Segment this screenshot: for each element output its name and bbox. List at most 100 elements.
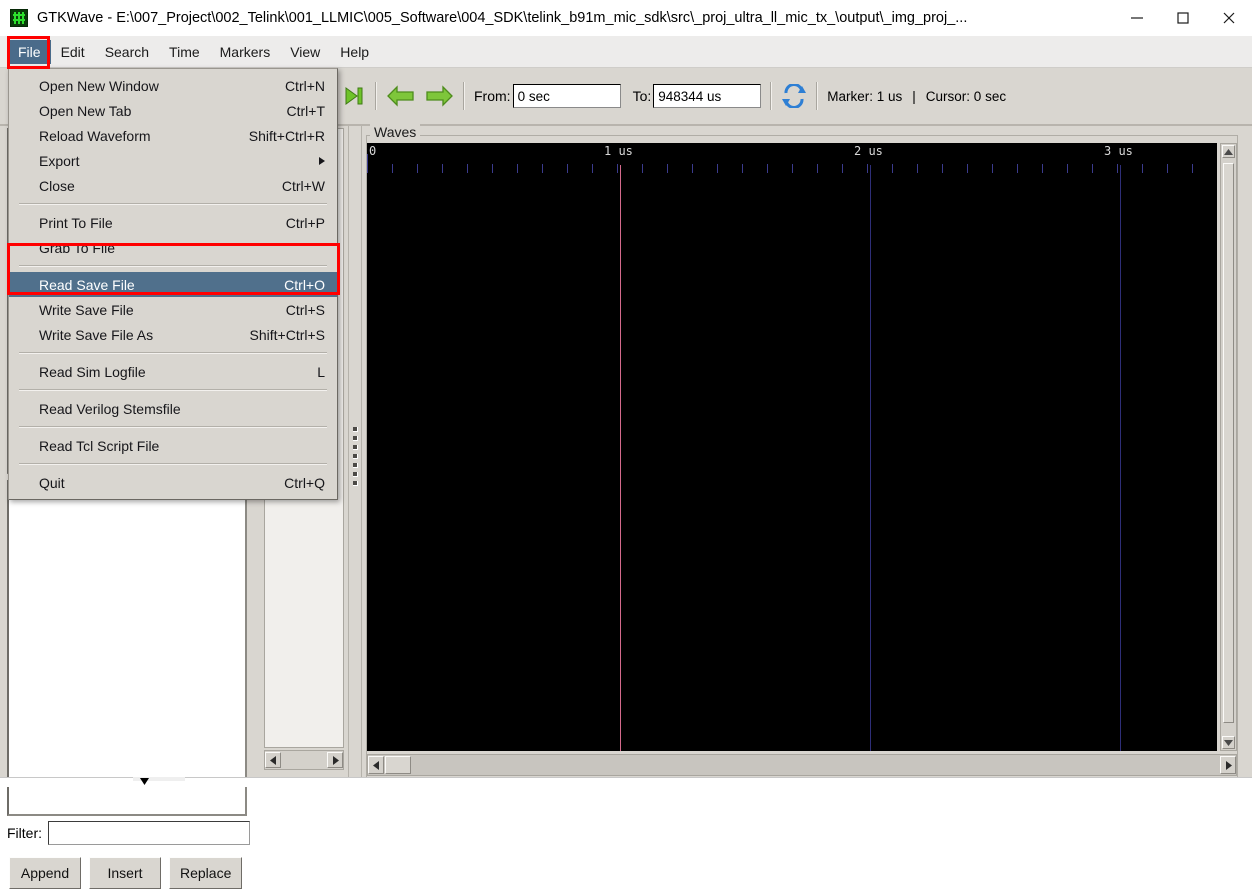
menu-item-read-sim-logfile[interactable]: Read Sim Logfile L bbox=[9, 359, 337, 384]
menu-item-accelerator: Ctrl+N bbox=[285, 78, 325, 94]
wave-scroll-right-arrow-icon[interactable] bbox=[1220, 756, 1236, 774]
menu-item-read-verilog-stemsfile[interactable]: Read Verilog Stemsfile bbox=[9, 396, 337, 421]
menu-item-accelerator: Ctrl+P bbox=[286, 215, 325, 231]
waveform-hscrollbar[interactable] bbox=[367, 754, 1237, 776]
taskbar-divider bbox=[0, 777, 1252, 778]
ruler-minor-tick bbox=[992, 164, 993, 173]
menu-file[interactable]: File bbox=[8, 40, 51, 64]
menu-item-read-tcl-script-file[interactable]: Read Tcl Script File bbox=[9, 433, 337, 458]
menu-time[interactable]: Time bbox=[159, 40, 210, 64]
menu-markers[interactable]: Markers bbox=[210, 40, 281, 64]
toolbar-separator-4 bbox=[816, 82, 818, 110]
left-panel-hscrollbar[interactable] bbox=[264, 750, 344, 770]
ruler-minor-tick bbox=[892, 164, 893, 173]
minimize-button[interactable] bbox=[1114, 2, 1160, 34]
menu-separator bbox=[19, 203, 327, 205]
menu-view[interactable]: View bbox=[280, 40, 330, 64]
signal-list-panel[interactable] bbox=[7, 480, 247, 816]
menu-item-write-save-file[interactable]: Write Save File Ctrl+S bbox=[9, 297, 337, 322]
scroll-left-arrow-icon[interactable] bbox=[265, 752, 281, 768]
menu-item-open-new-tab[interactable]: Open New TabCtrl+T bbox=[9, 98, 337, 123]
menu-item-label: Open New Window bbox=[39, 78, 267, 94]
menu-item-accelerator: Ctrl+O bbox=[284, 277, 325, 293]
ruler-label: 2 us bbox=[854, 144, 883, 158]
menu-separator bbox=[19, 426, 327, 428]
menu-item-label: Close bbox=[39, 178, 264, 194]
toolbar-separator-1 bbox=[375, 82, 377, 110]
close-button[interactable] bbox=[1206, 2, 1252, 34]
waveform-hscroll-thumb[interactable] bbox=[385, 756, 411, 774]
ruler-label: 3 us bbox=[1104, 144, 1133, 158]
ruler-minor-tick bbox=[442, 164, 443, 173]
menu-item-quit[interactable]: QuitCtrl+Q bbox=[9, 470, 337, 495]
time-ruler[interactable]: 01 us2 us3 us bbox=[367, 143, 1217, 173]
arrow-right-icon[interactable] bbox=[424, 83, 454, 109]
menu-item-export[interactable]: Export bbox=[9, 148, 337, 173]
ruler-minor-tick bbox=[767, 164, 768, 173]
grid-line bbox=[1120, 165, 1121, 751]
ruler-minor-tick bbox=[1017, 164, 1018, 173]
maximize-button[interactable] bbox=[1160, 2, 1206, 34]
ruler-minor-tick bbox=[1092, 164, 1093, 173]
ruler-label: 0 bbox=[369, 144, 376, 158]
to-input[interactable]: 948344 us bbox=[653, 84, 761, 108]
arrow-left-icon[interactable] bbox=[386, 83, 416, 109]
insert-button[interactable]: Insert bbox=[89, 857, 161, 889]
from-label: From: bbox=[474, 88, 511, 104]
waveform-vscroll-thumb[interactable] bbox=[1223, 163, 1234, 723]
ruler-minor-tick bbox=[417, 164, 418, 173]
zoom-fit-icon[interactable] bbox=[342, 84, 366, 108]
ruler-minor-tick bbox=[842, 164, 843, 173]
filter-input[interactable] bbox=[48, 821, 250, 845]
scroll-right-arrow-icon[interactable] bbox=[327, 752, 343, 768]
file-dropdown-menu[interactable]: Open New WindowCtrl+NOpen New TabCtrl+TR… bbox=[8, 68, 338, 500]
wave-scroll-down-arrow-icon[interactable] bbox=[1222, 736, 1235, 749]
marker-line bbox=[620, 165, 621, 751]
menu-item-open-new-window[interactable]: Open New Window Ctrl+N bbox=[9, 73, 337, 98]
append-button[interactable]: Append bbox=[9, 857, 81, 889]
menu-item-accelerator: Ctrl+S bbox=[286, 302, 325, 318]
ruler-minor-tick bbox=[692, 164, 693, 173]
wave-scroll-left-arrow-icon[interactable] bbox=[368, 756, 384, 774]
splitter-grip-dots bbox=[353, 427, 358, 486]
menu-item-print-to-file[interactable]: Print To FileCtrl+P bbox=[9, 210, 337, 235]
menu-item-accelerator: Ctrl+T bbox=[287, 103, 326, 119]
ruler-minor-tick bbox=[467, 164, 468, 173]
ruler-minor-tick bbox=[1042, 164, 1043, 173]
menu-item-write-save-file-as[interactable]: Write Save File AsShift+Ctrl+S bbox=[9, 322, 337, 347]
waveform-vscrollbar[interactable] bbox=[1220, 143, 1237, 751]
menu-separator bbox=[19, 265, 327, 267]
waveform-canvas[interactable]: 01 us2 us3 us bbox=[367, 143, 1217, 751]
to-label: To: bbox=[633, 88, 652, 104]
menu-item-label: Read Sim Logfile bbox=[39, 364, 299, 380]
cursor-status: Cursor: 0 sec bbox=[926, 89, 1006, 104]
ruler-minor-tick bbox=[742, 164, 743, 173]
menu-separator bbox=[19, 352, 327, 354]
menu-item-label: Read Tcl Script File bbox=[39, 438, 325, 454]
ruler-minor-tick bbox=[617, 164, 618, 173]
menu-help[interactable]: Help bbox=[330, 40, 379, 64]
ruler-minor-tick bbox=[1192, 164, 1193, 173]
wave-scroll-up-arrow-icon[interactable] bbox=[1222, 145, 1235, 158]
replace-button[interactable]: Replace bbox=[169, 857, 242, 889]
reload-icon[interactable] bbox=[781, 84, 807, 108]
ruler-minor-tick bbox=[667, 164, 668, 173]
menu-item-read-save-file[interactable]: Read Save FileCtrl+O bbox=[9, 272, 337, 297]
ruler-minor-tick bbox=[492, 164, 493, 173]
menu-item-accelerator: L bbox=[317, 364, 325, 380]
menu-item-label: Write Save File bbox=[39, 302, 268, 318]
ruler-minor-tick bbox=[792, 164, 793, 173]
menu-edit[interactable]: Edit bbox=[51, 40, 95, 64]
gtkwave-app-icon bbox=[10, 9, 28, 27]
from-input[interactable]: 0 sec bbox=[513, 84, 621, 108]
menu-item-close[interactable]: CloseCtrl+W bbox=[9, 173, 337, 198]
menu-item-grab-to-file[interactable]: Grab To File bbox=[9, 235, 337, 260]
menu-item-reload-waveform[interactable]: Reload WaveformShift+Ctrl+R bbox=[9, 123, 337, 148]
ruler-minor-tick bbox=[917, 164, 918, 173]
menu-item-accelerator: Shift+Ctrl+R bbox=[249, 128, 325, 144]
menu-search[interactable]: Search bbox=[95, 40, 159, 64]
ruler-minor-tick bbox=[542, 164, 543, 173]
pane-splitter[interactable] bbox=[348, 126, 362, 787]
menu-separator bbox=[19, 389, 327, 391]
waves-frame: Waves 01 us2 us3 us bbox=[362, 126, 1252, 787]
